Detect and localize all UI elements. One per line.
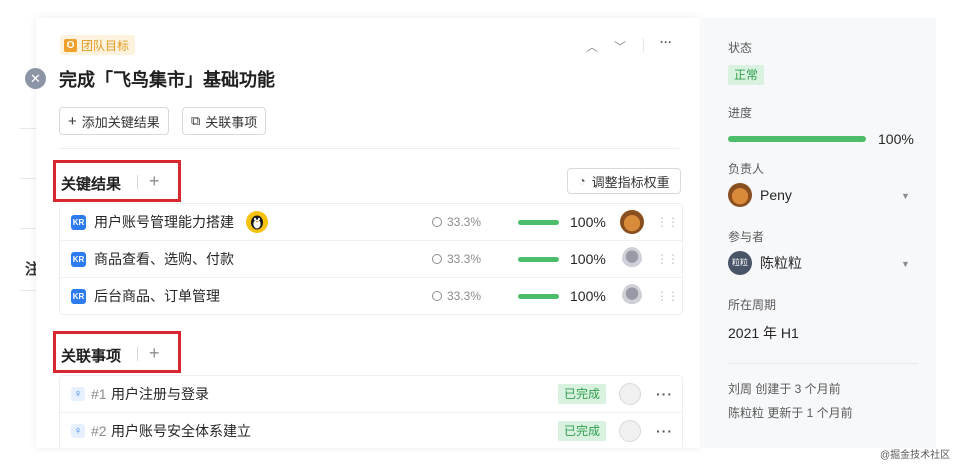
avatar[interactable]	[622, 284, 642, 308]
progress-bar	[728, 136, 866, 142]
key-results-list: KR 用户账号管理能力搭建 33.3% 100% ⋮⋮ KR 商品查看、选购、付…	[59, 203, 683, 315]
owner-name: Peny	[760, 187, 792, 203]
kr-badge: KR	[71, 214, 86, 230]
progress-value: 100%	[570, 251, 606, 267]
avatar: 粒粒	[728, 251, 752, 275]
table-row[interactable]: KR 商品查看、选购、付款 33.3% 100% ⋮⋮	[60, 241, 682, 278]
status-label: 状态	[728, 41, 753, 55]
team-objective-tag: O 团队目标	[60, 35, 136, 55]
updated-log: 陈粒粒 更新于 1 个月前	[728, 406, 853, 420]
progress-label: 进度	[728, 106, 753, 120]
progress-bar	[518, 256, 559, 262]
adjust-weight-button[interactable]: ◔ 调整指标权重	[567, 168, 681, 194]
created-log: 刘周 创建于 3 个月前	[728, 382, 841, 396]
divider	[20, 290, 36, 291]
divider	[20, 228, 36, 229]
table-row[interactable]: KR 后台商品、订单管理 33.3% 100% ⋮⋮	[60, 278, 682, 314]
weight-value: 33.3%	[432, 289, 481, 303]
link-icon: ⧉	[191, 113, 201, 128]
divider	[20, 178, 36, 179]
participants-select[interactable]: 粒粒 陈粒粒	[728, 251, 802, 275]
item-title[interactable]: 用户注册与登录	[111, 384, 209, 404]
progress-bar	[518, 293, 559, 299]
avatar[interactable]	[622, 247, 642, 271]
list-item[interactable]: ♀ #1 用户注册与登录 已完成 ···	[60, 376, 682, 413]
participant-name: 陈粒粒	[760, 255, 802, 271]
progress-value: 100%	[878, 131, 914, 147]
pie-icon: ◔	[578, 174, 586, 188]
item-title[interactable]: 用户账号安全体系建立	[111, 421, 251, 441]
button-label: 调整指标权重	[591, 174, 670, 190]
weight-value: 33.3%	[432, 215, 481, 229]
drag-handle-icon[interactable]: ⋮⋮	[656, 252, 679, 266]
linked-items-title: 关联事项	[61, 348, 122, 365]
weight-value: 33.3%	[432, 252, 481, 266]
status-badge[interactable]: 正常	[728, 65, 765, 85]
watermark: @掘金技术社区	[880, 450, 951, 461]
progress-value: 100%	[570, 214, 606, 230]
add-linked-item-plus-icon[interactable]: +	[149, 344, 160, 362]
linked-items-list: ♀ #1 用户注册与登录 已完成 ··· ♀ #2 用户账号安全体系建立 已完成…	[59, 375, 683, 448]
drag-handle-icon[interactable]: ⋮⋮	[656, 289, 679, 303]
bulb-icon: ♀	[71, 424, 85, 438]
link-item-button[interactable]: ⧉ 关联事项	[182, 107, 267, 135]
objective-detail-panel: O 团队目标 ︿ ﹀ ··· 完成「飞鸟集市」基础功能 + 添加关键结果 ⧉ 关…	[36, 18, 700, 448]
close-icon[interactable]: ✕	[25, 68, 46, 89]
divider	[20, 128, 36, 129]
divider	[728, 363, 918, 364]
status-badge: 已完成	[558, 421, 607, 441]
more-icon[interactable]: ···	[660, 35, 672, 49]
divider	[137, 347, 138, 361]
key-results-title: 关键结果	[61, 176, 122, 193]
status-badge: 已完成	[558, 384, 607, 404]
kr-badge: KR	[71, 251, 86, 267]
chevron-up-icon[interactable]: ︿	[586, 38, 598, 55]
button-label: 添加关键结果	[81, 114, 160, 130]
more-icon[interactable]: ···	[656, 423, 673, 439]
penguin-emoji-icon	[246, 211, 268, 233]
button-label: 关联事项	[205, 114, 258, 130]
owner-select[interactable]: Peny	[728, 183, 792, 207]
owner-label: 负责人	[728, 162, 765, 176]
kr-title[interactable]: 后台商品、订单管理	[94, 286, 220, 306]
period-label: 所在周期	[728, 298, 777, 312]
divider	[59, 148, 679, 149]
caret-down-icon[interactable]: ▼	[901, 259, 910, 269]
item-number: #1	[91, 386, 107, 402]
add-key-result-plus-icon[interactable]: +	[149, 172, 160, 190]
page-title: 完成「飞鸟集市」基础功能	[59, 70, 275, 90]
avatar[interactable]	[619, 420, 641, 442]
properties-sidebar: 状态 正常 进度 100% 负责人 Peny ▼ 参与者 粒粒 陈粒粒 ▼ 所在…	[703, 18, 936, 448]
kr-title[interactable]: 商品查看、选购、付款	[94, 249, 234, 269]
avatar[interactable]	[619, 383, 641, 405]
progress-value: 100%	[570, 288, 606, 304]
item-number: #2	[91, 423, 107, 439]
table-row[interactable]: KR 用户账号管理能力搭建 33.3% 100% ⋮⋮	[60, 204, 682, 241]
tag-label: 团队目标	[81, 38, 130, 53]
more-icon[interactable]: ···	[656, 386, 673, 402]
avatar[interactable]	[620, 210, 644, 234]
drag-handle-icon[interactable]: ⋮⋮	[656, 215, 679, 229]
kr-badge: KR	[71, 288, 86, 304]
progress-bar	[518, 219, 559, 225]
avatar	[728, 183, 752, 207]
divider	[643, 38, 644, 52]
kr-title[interactable]: 用户账号管理能力搭建	[94, 212, 234, 232]
pie-icon	[432, 254, 442, 264]
add-key-result-button[interactable]: + 添加关键结果	[59, 107, 169, 135]
bulb-icon: ♀	[71, 387, 85, 401]
period-value[interactable]: 2021 年 H1	[728, 323, 799, 343]
pie-icon	[432, 291, 442, 301]
list-item[interactable]: ♀ #2 用户账号安全体系建立 已完成 ···	[60, 413, 682, 448]
objective-icon: O	[64, 38, 77, 52]
divider	[137, 175, 138, 189]
pie-icon	[432, 217, 442, 227]
caret-down-icon[interactable]: ▼	[901, 191, 910, 201]
chevron-down-icon[interactable]: ﹀	[614, 38, 626, 55]
participants-label: 参与者	[728, 230, 765, 244]
plus-icon: +	[68, 112, 77, 130]
